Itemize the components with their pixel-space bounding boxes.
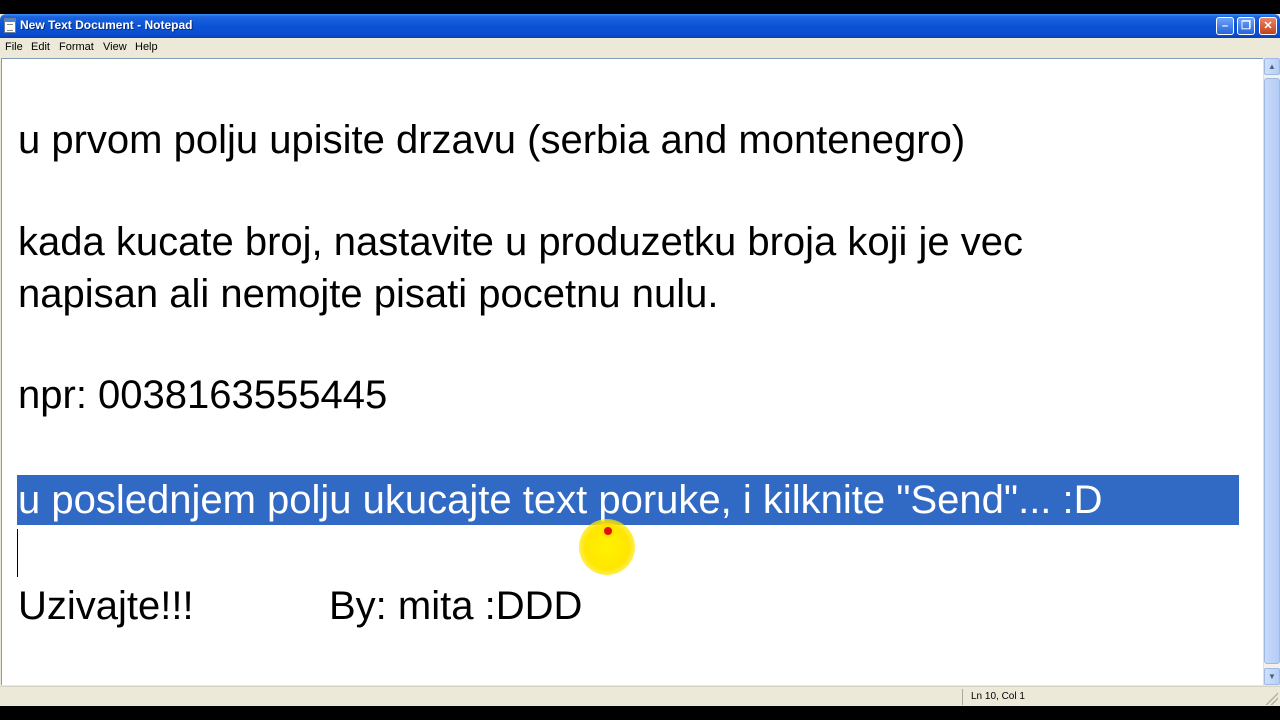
status-divider xyxy=(962,689,963,705)
cursor-position: Ln 10, Col 1 xyxy=(971,691,1025,702)
menu-edit[interactable]: Edit xyxy=(31,41,50,53)
close-button[interactable]: ✕ xyxy=(1259,17,1277,35)
scrollbar-thumb[interactable] xyxy=(1264,78,1280,664)
window-title: New Text Document - Notepad xyxy=(20,18,193,32)
resize-grip-icon[interactable] xyxy=(1264,691,1278,705)
menu-file[interactable]: File xyxy=(5,41,23,53)
menu-view[interactable]: View xyxy=(103,41,127,53)
status-bar: Ln 10, Col 1 xyxy=(0,686,1280,706)
vertical-scrollbar[interactable]: ▲ ▼ xyxy=(1263,58,1280,685)
minimize-button[interactable]: – xyxy=(1216,17,1234,35)
maximize-button[interactable]: ❐ xyxy=(1237,17,1255,35)
notepad-window: New Text Document - Notepad – ❐ ✕ File E… xyxy=(0,14,1280,706)
menu-format[interactable]: Format xyxy=(59,41,94,53)
menu-bar: File Edit Format View Help xyxy=(0,38,1280,57)
text-line-closing: Uzivajte!!! xyxy=(18,584,194,628)
text-line-selected: u poslednjem polju ukucajte text poruke,… xyxy=(18,478,1103,522)
text-line-1: u prvom polju upisite drzavu (serbia and… xyxy=(18,118,966,162)
text-editor-area[interactable]: u prvom polju upisite drzavu (serbia and… xyxy=(1,58,1263,685)
menu-help[interactable]: Help xyxy=(135,41,158,53)
arrow-up-icon[interactable]: ▲ xyxy=(1264,58,1280,75)
text-line-signature: By: mita :DDD xyxy=(329,584,583,628)
notepad-icon[interactable] xyxy=(4,18,16,33)
arrow-down-icon[interactable]: ▼ xyxy=(1264,668,1280,685)
text-line-2: kada kucate broj, nastavite u produzetku… xyxy=(18,220,1024,264)
mouse-pointer-icon xyxy=(602,525,614,537)
text-line-4: npr: 0038163555445 xyxy=(18,373,388,417)
text-line-3: napisan ali nemojte pisati pocetnu nulu. xyxy=(18,272,719,316)
title-bar[interactable]: New Text Document - Notepad – ❐ ✕ xyxy=(0,14,1280,38)
text-caret xyxy=(17,529,18,577)
